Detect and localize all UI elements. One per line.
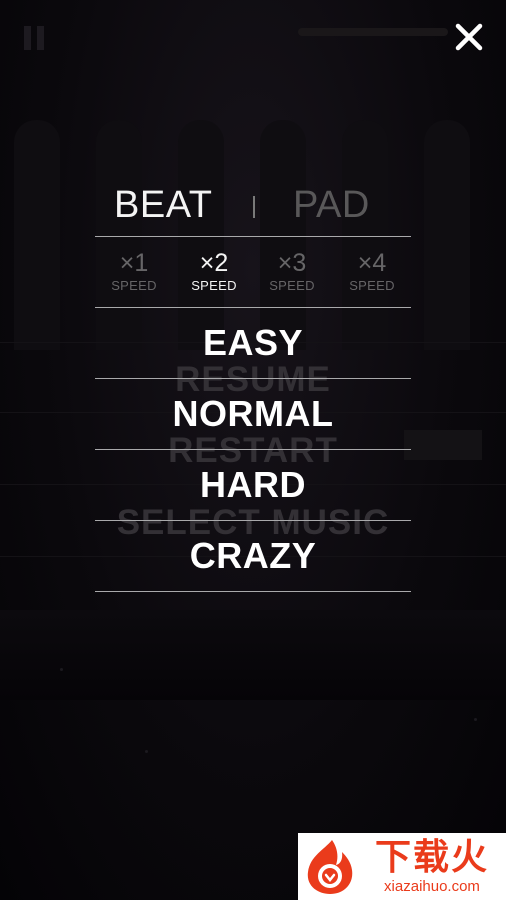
speed-label: SPEED <box>269 278 315 293</box>
tab-separator <box>253 196 255 218</box>
background-lane <box>14 120 60 350</box>
tab-beat[interactable]: BEAT <box>114 184 212 227</box>
speed-option-4[interactable]: ×4 SPEED <box>337 248 407 294</box>
mode-tabs: BEAT PAD <box>0 178 506 234</box>
speed-label: SPEED <box>111 278 157 293</box>
background-dot <box>145 750 148 753</box>
flame-logo-icon <box>307 840 353 894</box>
difficulty-label: EASY <box>202 322 304 363</box>
background-dot <box>474 718 477 721</box>
background-band <box>0 610 506 700</box>
difficulty-label: CRAZY <box>189 535 317 576</box>
divider <box>95 591 411 592</box>
watermark: 下载火 xiazaihuo.com <box>298 833 506 900</box>
watermark-url: xiazaihuo.com <box>384 878 480 895</box>
song-progress-bar <box>298 28 448 36</box>
divider <box>95 236 411 237</box>
speed-selector: ×1 SPEED ×2 SPEED ×3 SPEED ×4 SPEED <box>95 248 411 302</box>
background-dot <box>60 668 63 671</box>
close-button[interactable] <box>452 20 486 54</box>
speed-multiplier: ×3 <box>277 249 307 277</box>
difficulty-label: NORMAL <box>172 393 334 434</box>
background-lane <box>424 120 470 350</box>
speed-label: SPEED <box>349 278 395 293</box>
speed-label: SPEED <box>191 278 237 293</box>
difficulty-easy[interactable]: EASY <box>95 308 411 378</box>
speed-option-1[interactable]: ×1 SPEED <box>99 248 169 294</box>
close-icon <box>455 23 483 51</box>
speed-option-2[interactable]: ×2 SPEED <box>179 248 249 294</box>
difficulty-label: HARD <box>200 464 306 505</box>
pause-icon <box>24 26 48 50</box>
difficulty-crazy[interactable]: CRAZY <box>95 521 411 591</box>
speed-multiplier: ×1 <box>119 249 149 277</box>
watermark-brand: 下载火 <box>374 836 489 877</box>
speed-multiplier: ×4 <box>357 249 387 277</box>
tab-pad[interactable]: PAD <box>293 184 370 227</box>
difficulty-normal[interactable]: NORMAL <box>95 379 411 449</box>
speed-multiplier: ×2 <box>199 249 229 277</box>
speed-option-3[interactable]: ×3 SPEED <box>257 248 327 294</box>
difficulty-hard[interactable]: HARD <box>95 450 411 520</box>
